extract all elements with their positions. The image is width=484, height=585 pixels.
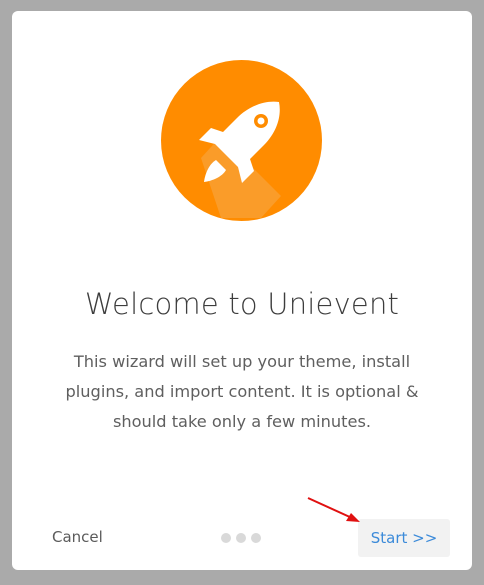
cancel-button[interactable]: Cancel [52, 528, 103, 546]
setup-wizard-dialog: Welcome to Unievent This wizard will set… [12, 11, 472, 570]
rocket-icon [161, 60, 322, 221]
start-button[interactable]: Start >> [358, 519, 450, 557]
wizard-description: This wizard will set up your theme, inst… [65, 352, 419, 431]
step-dot [221, 533, 231, 543]
step-dot [251, 533, 261, 543]
step-indicator [221, 533, 261, 543]
wizard-title: Welcome to Unievent [84, 287, 400, 321]
step-dot [236, 533, 246, 543]
rocket-logo [161, 60, 322, 221]
